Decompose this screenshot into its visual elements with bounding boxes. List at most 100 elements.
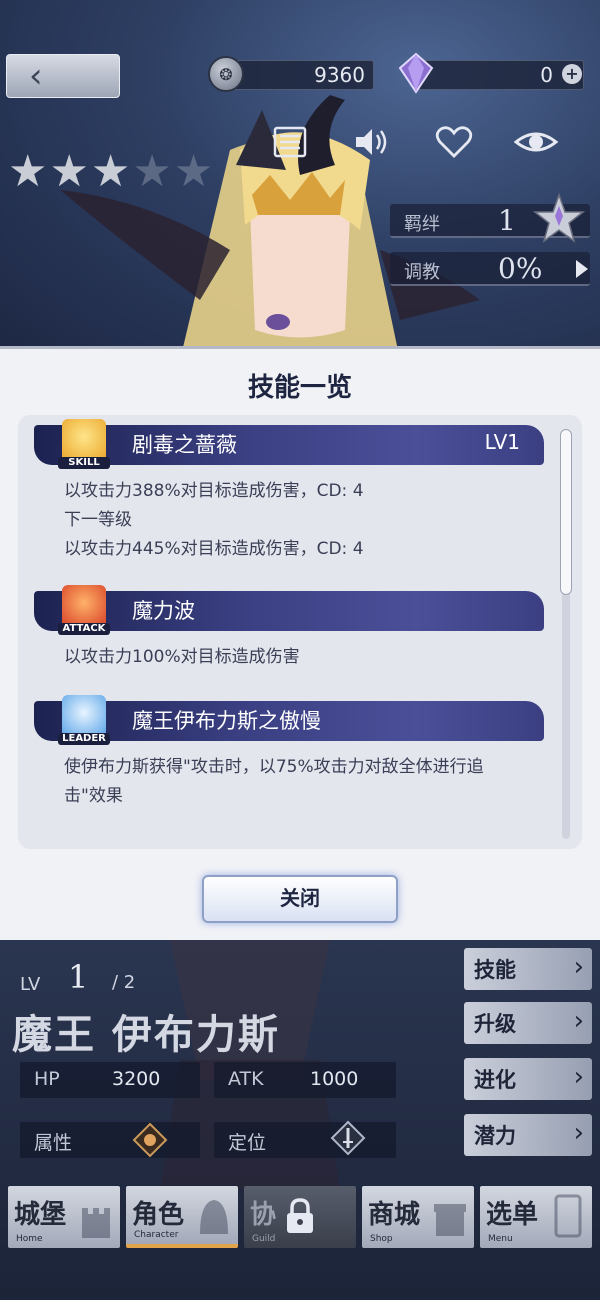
hp-stat: HP 3200: [20, 1062, 200, 1098]
nav-home-sublabel: Home: [16, 1234, 43, 1244]
skill-badge-icon: LEADER: [58, 695, 110, 745]
skill-description: 以攻击力100%对目标造成伤害: [34, 631, 544, 672]
rarity-stars: ★ ★ ★ ★ ★: [8, 150, 213, 194]
skill-desc-line: 击"效果: [64, 786, 123, 806]
star-filled-icon: ★: [90, 146, 131, 197]
hp-label: HP: [34, 1068, 60, 1090]
level-value: 1: [68, 958, 89, 996]
attribute-stat: 属性: [20, 1122, 200, 1158]
level-label: LV: [20, 974, 41, 995]
skill-description: 使伊布力斯获得"攻击时，以75%攻击力对敌全体进行追 击"效果: [34, 741, 544, 811]
chevron-right-icon: ›: [573, 1118, 584, 1148]
skill-desc-line: 以攻击力100%对目标造成伤害: [64, 647, 300, 667]
skill-badge-icon: ATTACK: [58, 585, 110, 635]
potential-button-label: 潜力: [474, 1123, 516, 1148]
role-stat: 定位: [214, 1122, 396, 1158]
nav-character-sublabel: Character: [134, 1230, 179, 1240]
nav-menu[interactable]: 选单 Menu: [480, 1186, 592, 1248]
add-gems-button[interactable]: +: [562, 64, 582, 84]
helmet-icon: [200, 1200, 228, 1234]
bond-value: 1: [498, 204, 516, 237]
nav-guild[interactable]: 协 Guild: [244, 1186, 356, 1248]
coin-icon: ❂: [208, 56, 244, 92]
role-label: 定位: [228, 1132, 267, 1154]
nav-home[interactable]: 城堡 Home: [8, 1186, 120, 1248]
atk-value: 1000: [310, 1068, 359, 1090]
chevron-right-icon: ›: [573, 952, 584, 982]
bond-label: 羁绊: [404, 214, 440, 235]
skill-name: 魔力波: [132, 599, 195, 623]
back-button[interactable]: ‹: [6, 54, 120, 98]
skill-badge-icon: SKILL: [58, 419, 110, 469]
upgrade-button[interactable]: 升级 ›: [464, 1002, 592, 1044]
profile-card-icon[interactable]: [270, 122, 310, 162]
skill-list-dialog: 技能一览 SKILL 剧毒之蔷薇 LV1 以攻击力388%对目标造成伤害，CD:…: [0, 346, 600, 954]
evolve-button-label: 进化: [474, 1067, 516, 1092]
skill-header: ATTACK 魔力波: [34, 585, 544, 635]
nav-guild-label: 协: [250, 1200, 277, 1230]
dark-attribute-icon: [132, 1122, 168, 1158]
gold-value: 9360: [314, 63, 365, 87]
skill-header: LEADER 魔王伊布力斯之傲慢: [34, 695, 544, 745]
nav-character-label: 角色: [132, 1200, 185, 1230]
training-stat[interactable]: 调教 0%: [390, 252, 590, 286]
nav-shop[interactable]: 商城 Shop: [362, 1186, 474, 1248]
chevron-right-icon: ›: [573, 1062, 584, 1092]
gold-counter: 9360: [226, 60, 374, 90]
close-button[interactable]: 关闭: [202, 875, 398, 923]
skill-name: 魔王伊布力斯之傲慢: [132, 709, 321, 733]
evolve-button[interactable]: 进化 ›: [464, 1058, 592, 1100]
nav-menu-label: 选单: [486, 1200, 539, 1230]
skill-desc-line: 以攻击力388%对目标造成伤害，CD: 4: [64, 481, 364, 501]
star-empty-icon: ★: [173, 146, 214, 197]
nav-character[interactable]: 角色 Character: [126, 1186, 238, 1248]
upgrade-button-label: 升级: [474, 1011, 516, 1036]
nav-shop-sublabel: Shop: [370, 1234, 393, 1244]
skill-desc-line: 使伊布力斯获得"攻击时，以75%攻击力对敌全体进行追: [64, 757, 484, 777]
scrollbar-thumb[interactable]: [560, 429, 572, 595]
skills-button[interactable]: 技能 ›: [464, 948, 592, 990]
skill-item: LEADER 魔王伊布力斯之傲慢 使伊布力斯获得"攻击时，以75%攻击力对敌全体…: [34, 695, 544, 811]
bond-star-icon: [532, 192, 586, 243]
heart-icon[interactable]: [434, 122, 474, 162]
eye-icon[interactable]: [514, 122, 558, 162]
potential-button[interactable]: 潜力 ›: [464, 1114, 592, 1156]
chevron-right-icon: ›: [573, 1006, 584, 1036]
star-empty-icon: ★: [132, 146, 172, 197]
skill-item: SKILL 剧毒之蔷薇 LV1 以攻击力388%对目标造成伤害，CD: 4 下一…: [34, 419, 544, 564]
speaker-icon[interactable]: [352, 122, 392, 162]
training-label: 调教: [404, 262, 440, 283]
level-max: / 2: [112, 972, 136, 993]
skill-item: ATTACK 魔力波 以攻击力100%对目标造成伤害: [34, 585, 544, 672]
skill-list[interactable]: SKILL 剧毒之蔷薇 LV1 以攻击力388%对目标造成伤害，CD: 4 下一…: [18, 415, 582, 849]
star-filled-icon: ★: [8, 146, 48, 197]
atk-label: ATK: [228, 1068, 264, 1090]
phone-icon: [554, 1194, 582, 1238]
skill-badge-label: SKILL: [58, 457, 110, 469]
bottom-nav: 城堡 Home 角色 Character 协 Guild 商城 Shop 选单 …: [0, 1186, 600, 1256]
nav-guild-sublabel: Guild: [252, 1234, 276, 1244]
sword-role-icon: [330, 1120, 366, 1156]
castle-icon: [82, 1208, 110, 1238]
scrollbar[interactable]: [560, 429, 572, 839]
gem-value: 0: [540, 63, 553, 87]
skill-header: SKILL 剧毒之蔷薇 LV1: [34, 419, 544, 469]
nav-shop-label: 商城: [368, 1200, 421, 1230]
skill-level: LV1: [484, 430, 520, 454]
atk-stat: ATK 1000: [214, 1062, 396, 1098]
hp-value: 3200: [112, 1068, 161, 1090]
star-filled-icon: ★: [49, 146, 89, 197]
skill-desc-line: 以攻击力445%对目标造成伤害，CD: 4: [64, 539, 364, 559]
skill-description: 以攻击力388%对目标造成伤害，CD: 4 下一等级 以攻击力445%对目标造成…: [34, 465, 544, 564]
attribute-label: 属性: [34, 1132, 73, 1154]
character-name: 魔王 伊布力斯: [12, 1011, 280, 1058]
arrow-right-icon[interactable]: [576, 260, 588, 278]
skill-badge-label: LEADER: [58, 733, 110, 745]
lock-icon: [287, 1198, 313, 1233]
chevron-left-icon: ‹: [29, 56, 43, 96]
skill-name: 剧毒之蔷薇: [132, 433, 237, 457]
nav-menu-sublabel: Menu: [488, 1234, 513, 1244]
gem-icon: [398, 52, 434, 94]
gem-counter: 0: [418, 60, 584, 90]
dialog-title: 技能一览: [247, 373, 352, 403]
